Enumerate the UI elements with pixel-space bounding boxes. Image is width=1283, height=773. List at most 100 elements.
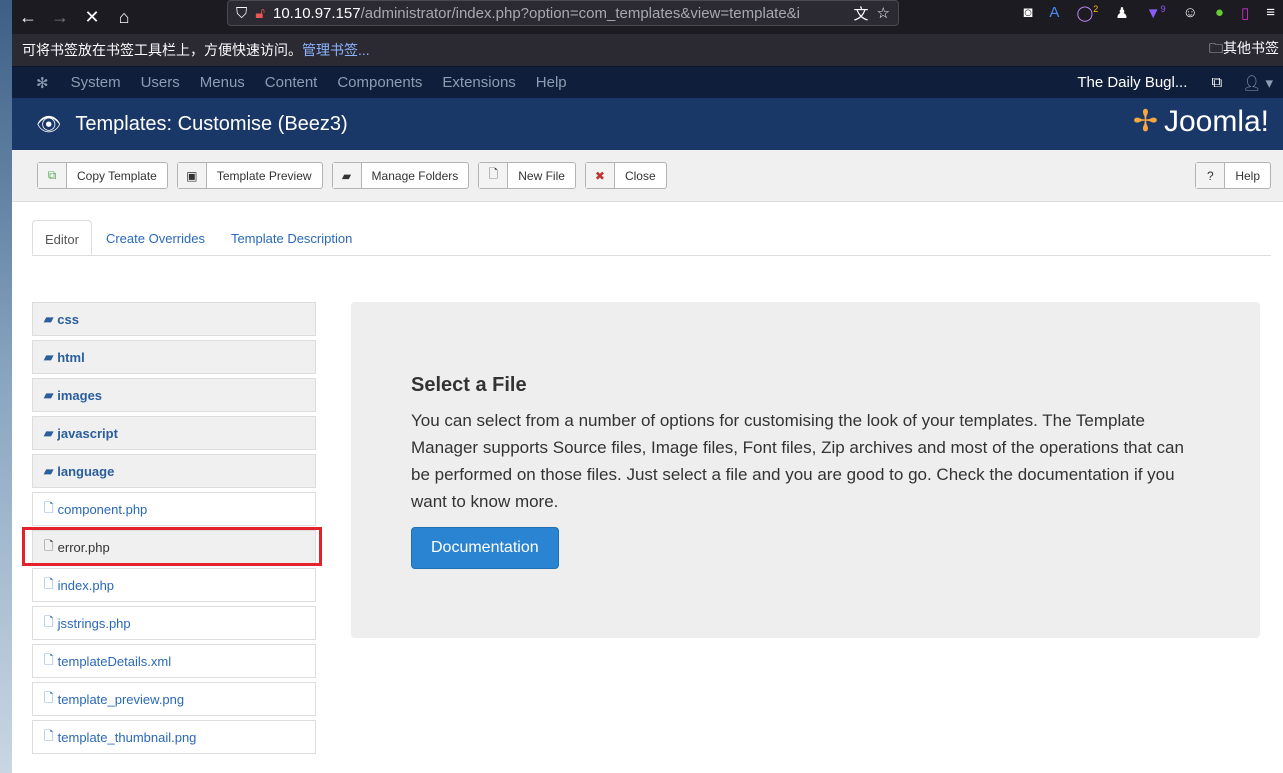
file-label: jsstrings.php [57, 615, 131, 631]
site-name: The Daily Bugl... [1077, 74, 1188, 91]
close-icon: ✖ [585, 163, 615, 188]
file-label: template_thumbnail.png [57, 729, 197, 745]
home-icon[interactable]: ⌂ [108, 7, 140, 28]
folder-icon: ▰ [44, 426, 54, 440]
file-icon: 🗋︎ [44, 576, 54, 591]
highlight-box [22, 527, 322, 566]
folder-images[interactable]: ▰ images [32, 378, 316, 412]
eye-icon: 👁︎ [36, 113, 62, 136]
button-label: Help [1235, 168, 1260, 183]
lock-icon: 🔓︎ [255, 4, 265, 22]
panel-title: Select a File [411, 374, 527, 396]
site-link[interactable]: The Daily Bugl... ⧉ [1077, 74, 1222, 91]
help-icon: ? [1196, 163, 1226, 188]
tab-create-overrides[interactable]: Create Overrides [94, 220, 217, 255]
menu-components[interactable]: Components [337, 74, 422, 91]
close-button[interactable]: ✖ Close [584, 162, 667, 189]
menu-help[interactable]: Help [536, 74, 567, 91]
forward-icon[interactable]: → [44, 7, 76, 28]
badge: 9 [1160, 4, 1166, 14]
file-template-thumbnail-png[interactable]: 🗋︎ template_thumbnail.png [32, 720, 316, 754]
template-preview-button[interactable]: ▣ Template Preview [176, 162, 323, 189]
button-label: Template Preview [216, 168, 312, 183]
toolbar: ⧉ Copy Template ▣ Template Preview ▰ Manage… [12, 150, 1283, 202]
joomla-logo: ✢ Joomla! [1132, 104, 1269, 139]
folder-css[interactable]: ▰ css [32, 302, 316, 336]
file-icon: 🗋︎ [44, 500, 54, 515]
menu-users[interactable]: Users [141, 74, 180, 91]
folder-label: html [57, 349, 85, 365]
extension-icon[interactable]: ▼9 [1146, 4, 1166, 22]
documentation-button[interactable]: Documentation [411, 527, 559, 569]
admin-menu: ✻ System Users Menus Content Components … [12, 66, 1283, 98]
file-icon: 🗋︎ [44, 728, 54, 743]
bookmarks-hint: 可将书签放在书签工具栏上，方便快速访问。 [22, 42, 302, 58]
file-label: template_preview.png [57, 691, 185, 707]
file-template-preview-png[interactable]: 🗋︎ template_preview.png [32, 682, 316, 716]
menu-menus[interactable]: Menus [200, 74, 245, 91]
file-icon: 🗋︎ [44, 690, 54, 705]
select-file-panel: Select a File You can select from a numb… [351, 302, 1260, 638]
copy-icon: ⧉ [38, 163, 67, 188]
badge: 2 [1093, 4, 1099, 14]
tab-editor[interactable]: Editor [32, 220, 92, 255]
help-button[interactable]: ? Help [1195, 162, 1271, 189]
folder-icon: ▰ [44, 388, 54, 402]
menu-extensions[interactable]: Extensions [442, 74, 515, 91]
extension-icon[interactable]: ● [1215, 4, 1224, 22]
desktop-background [0, 0, 12, 773]
folder-icon: ▰ [44, 464, 54, 478]
folder-javascript[interactable]: ▰ javascript [32, 416, 316, 450]
file-icon: 🗋︎ [44, 652, 54, 667]
joomla-icon[interactable]: ✻ [36, 74, 49, 92]
button-label: Copy Template [77, 168, 157, 183]
file-component-php[interactable]: 🗋︎ component.php [32, 492, 316, 526]
file-jsstrings-php[interactable]: 🗋︎ jsstrings.php [32, 606, 316, 640]
menu-icon[interactable]: ≡ [1266, 4, 1275, 22]
manage-folders-button[interactable]: ▰ Manage Folders [331, 162, 470, 189]
file-label: templateDetails.xml [57, 653, 172, 669]
file-label: component.php [57, 501, 148, 517]
folder-label: css [57, 311, 79, 327]
file-label: index.php [57, 577, 115, 593]
user-icon[interactable]: 👤︎ ▾ [1242, 74, 1273, 92]
folder-icon: ▰ [44, 350, 54, 364]
panel-text: You can select from a number of options … [411, 411, 1184, 511]
other-bookmarks[interactable]: 🗀︎其他书签 [1209, 38, 1279, 62]
folder-label: language [57, 463, 115, 479]
extension-icon[interactable]: ◯2 [1076, 4, 1098, 22]
menu-content[interactable]: Content [265, 74, 318, 91]
stop-icon[interactable]: ✕ [76, 7, 108, 28]
copy-template-button[interactable]: ⧉ Copy Template [37, 162, 168, 189]
logo-text: Joomla! [1163, 104, 1269, 138]
menu-system[interactable]: System [71, 74, 121, 91]
folder-language[interactable]: ▰ language [32, 454, 316, 488]
browser-toolbar: ← → ✕ ⌂ ⛉ 🔓︎ 10.10.97.157/administrator/… [12, 0, 1283, 34]
file-templatedetails-xml[interactable]: 🗋︎ templateDetails.xml [32, 644, 316, 678]
file-icon: 🗋︎ [44, 614, 54, 629]
tabs: Editor Create Overrides Template Descrip… [32, 220, 1271, 256]
spy-icon[interactable]: ♟ [1115, 4, 1128, 22]
shield-icon: ⛉ [236, 4, 248, 22]
back-icon[interactable]: ← [12, 7, 44, 28]
url-bar[interactable]: ⛉ 🔓︎ 10.10.97.157/administrator/index.ph… [227, 0, 899, 26]
url-host: 10.10.97.157 [273, 4, 361, 22]
button-label: Manage Folders [371, 168, 459, 183]
folder-html[interactable]: ▰ html [32, 340, 316, 374]
page-header: 👁︎ Templates: Customise (Beez3) ✢ Joomla! [12, 98, 1283, 150]
folder-icon: ▰ [44, 312, 54, 326]
new-file-button[interactable]: 🗋︎ New File [478, 162, 576, 189]
other-bookmarks-label: 其他书签 [1223, 40, 1279, 56]
translate-icon[interactable]: 文 [854, 3, 869, 24]
url-path: /administrator/index.php?option=com_temp… [360, 4, 801, 22]
image-icon: ▣ [177, 163, 207, 188]
folder-label: images [57, 387, 103, 403]
extension-icon[interactable]: ▯ [1241, 4, 1249, 22]
star-icon[interactable]: ☆ [877, 4, 890, 22]
pocket-icon[interactable]: ◙ [1023, 4, 1032, 22]
file-index-php[interactable]: 🗋︎ index.php [32, 568, 316, 602]
cookie-icon[interactable]: ☺ [1183, 4, 1198, 22]
manage-bookmarks-link[interactable]: 管理书签... [302, 42, 370, 58]
tab-template-description[interactable]: Template Description [219, 220, 364, 255]
translate-ext-icon[interactable]: A [1049, 4, 1059, 22]
